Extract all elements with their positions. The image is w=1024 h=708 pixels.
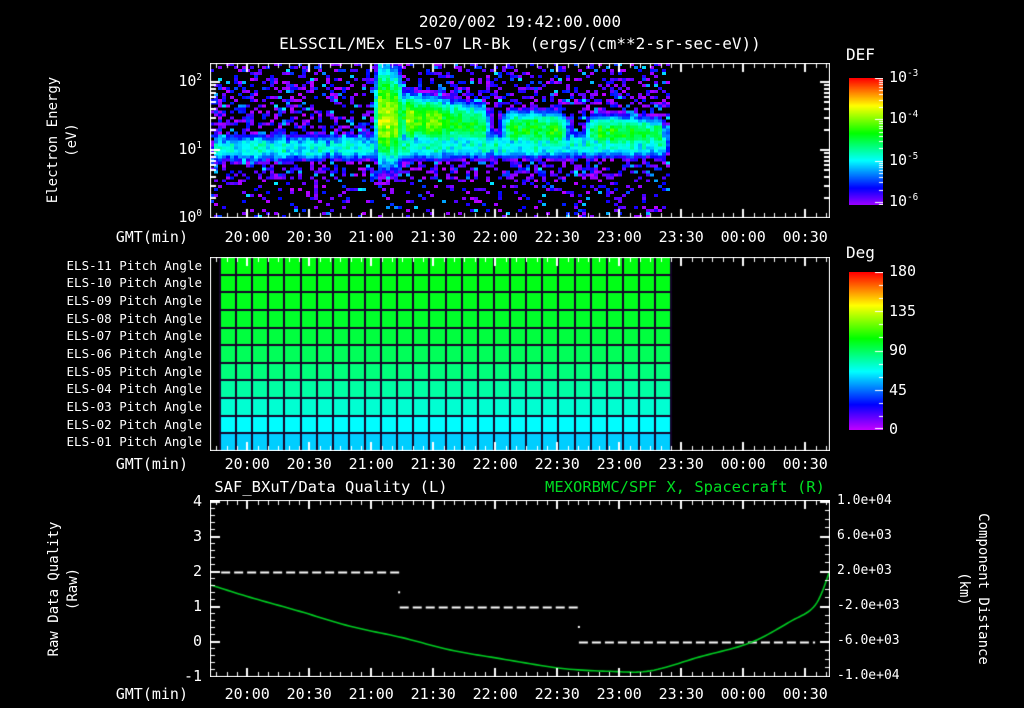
time-tick-label: 22:00	[472, 685, 518, 703]
time-tick-label: 20:30	[286, 455, 332, 473]
time-tick-label: 20:30	[286, 685, 332, 703]
time-tick-label: 20:00	[224, 685, 270, 703]
distance-axis-tick-label: 1.0e+04	[837, 493, 892, 508]
time-tick-label: 21:30	[410, 228, 456, 246]
gmt-axis-label: GMT(min)	[115, 228, 188, 246]
electron-energy-axis-label: Electron Energy (eV)	[45, 76, 80, 204]
time-tick-label: 00:00	[720, 685, 766, 703]
pitch-row-label: ELS-10 Pitch Angle	[66, 275, 202, 291]
pitch-angle-grid-canvas	[210, 257, 830, 451]
time-tick-label: 23:30	[658, 455, 704, 473]
pitch-row-label: ELS-09 Pitch Angle	[66, 293, 202, 309]
distance-axis-tick-label: -1.0e+04	[837, 668, 900, 683]
spectrogram-axis-canvas	[210, 63, 830, 218]
quality-distance-chart-canvas	[210, 500, 830, 677]
gmt-axis-label: GMT(min)	[115, 455, 188, 473]
component-distance-axis-label: Component Distance (km)	[956, 513, 991, 665]
deg-colorbar-title: Deg	[846, 243, 875, 262]
time-tick-label: 21:30	[410, 685, 456, 703]
time-tick-label: 21:30	[410, 455, 456, 473]
time-tick-label: 23:00	[596, 228, 642, 246]
def-colorbar-canvas	[849, 78, 883, 205]
time-tick-label: 00:00	[720, 455, 766, 473]
time-tick-label: 22:00	[472, 228, 518, 246]
time-tick-label: 22:30	[534, 685, 580, 703]
quality-axis-tick-label: 3	[192, 527, 202, 545]
energy-axis-tick-label: 102	[178, 72, 202, 90]
time-tick-label: 00:30	[782, 455, 828, 473]
quality-chart-title-right: MEXORBMC/SPF X, Spacecraft (R)	[545, 478, 825, 496]
quality-axis-tick-label: -1	[183, 667, 202, 685]
quality-axis-tick-label: 2	[192, 562, 202, 580]
pitch-row-label: ELS-08 Pitch Angle	[66, 310, 202, 326]
els-science-display: 2020/002 19:42:00.000 ELSSCIL/MEx ELS-07…	[0, 0, 1024, 708]
energy-axis-tick-label: 101	[178, 140, 202, 158]
time-tick-label: 00:30	[782, 228, 828, 246]
time-tick-label: 20:30	[286, 228, 332, 246]
pitch-row-label: ELS-05 Pitch Angle	[66, 363, 202, 379]
quality-chart-title-left: SAF_BXuT/Data Quality (L)	[214, 478, 448, 496]
distance-axis-tick-label: -2.0e+03	[837, 598, 900, 613]
pitch-row-label: ELS-06 Pitch Angle	[66, 346, 202, 361]
plot-title: ELSSCIL/MEx ELS-07 LR-Bk (ergs/(cm**2-sr…	[279, 34, 761, 53]
deg-colorbar-tick-label: 180	[889, 262, 917, 280]
time-tick-label: 20:00	[224, 228, 270, 246]
deg-colorbar-tick-label: 45	[889, 380, 908, 399]
deg-colorbar-tick-label: 135	[889, 301, 917, 320]
pitch-row-label: ELS-07 Pitch Angle	[66, 328, 202, 344]
time-tick-label: 21:00	[348, 685, 394, 703]
distance-axis-tick-label: 6.0e+03	[837, 528, 892, 543]
def-colorbar-tick-label: 10-3	[889, 68, 919, 86]
deg-colorbar-tick-label: 90	[889, 341, 908, 359]
distance-axis-tick-label: 2.0e+03	[837, 563, 892, 578]
time-tick-label: 23:30	[658, 228, 704, 246]
time-tick-label: 20:00	[224, 455, 270, 473]
def-colorbar-tick-label: 10-4	[889, 109, 919, 128]
distance-axis-tick-label: -6.0e+03	[837, 633, 900, 648]
pitch-row-label: ELS-01 Pitch Angle	[66, 434, 202, 450]
time-tick-label: 23:00	[596, 455, 642, 473]
quality-axis-tick-label: 0	[192, 632, 202, 650]
pitch-row-label: ELS-11 Pitch Angle	[66, 257, 202, 273]
time-tick-label: 23:00	[596, 685, 642, 703]
deg-colorbar-tick-label: 0	[889, 420, 899, 438]
time-tick-label: 00:30	[782, 685, 828, 703]
energy-axis-tick-label: 100	[178, 208, 202, 226]
datetime-title: 2020/002 19:42:00.000	[418, 12, 622, 31]
time-tick-label: 21:00	[348, 455, 394, 473]
def-colorbar-title: DEF	[846, 45, 875, 64]
time-tick-label: 00:00	[720, 228, 766, 246]
pitch-row-label: ELS-04 Pitch Angle	[66, 381, 202, 397]
time-tick-label: 22:00	[472, 455, 518, 473]
gmt-axis-label: GMT(min)	[115, 685, 188, 703]
def-colorbar-tick-label: 10-6	[889, 191, 919, 210]
time-tick-label: 22:30	[534, 455, 580, 473]
pitch-row-label: ELS-02 Pitch Angle	[66, 416, 202, 432]
def-colorbar-tick-label: 10-5	[889, 150, 919, 169]
deg-colorbar-canvas	[849, 272, 883, 430]
time-tick-label: 21:00	[348, 228, 394, 246]
time-tick-label: 22:30	[534, 228, 580, 246]
pitch-row-label: ELS-03 Pitch Angle	[66, 398, 202, 414]
time-tick-label: 23:30	[658, 685, 704, 703]
quality-axis-tick-label: 1	[192, 597, 202, 615]
quality-axis-tick-label: 4	[192, 492, 202, 510]
raw-data-quality-axis-label: Raw Data Quality (Raw)	[46, 521, 81, 657]
